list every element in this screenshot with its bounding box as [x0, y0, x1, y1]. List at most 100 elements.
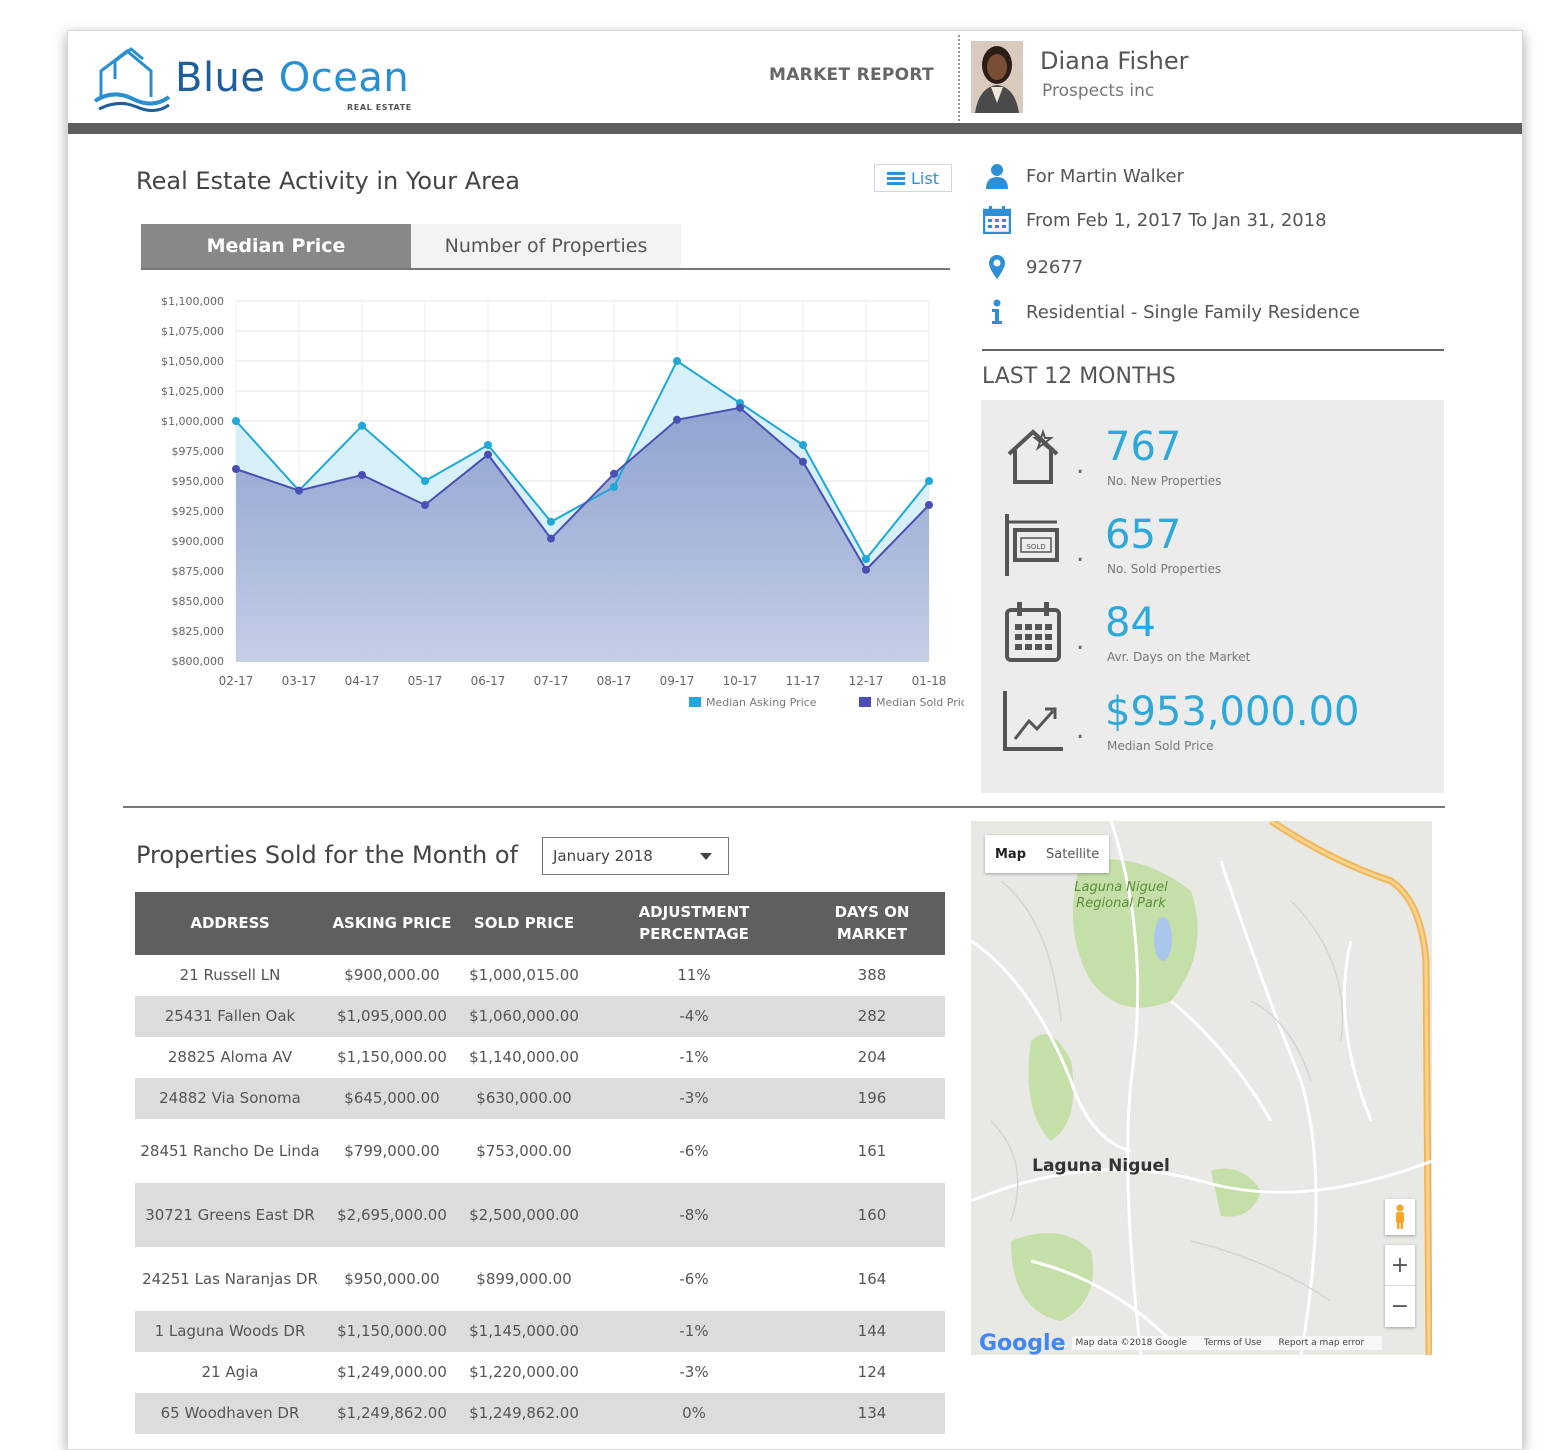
list-view-button[interactable]: List: [874, 164, 952, 192]
brand-subtitle: REAL ESTATE: [347, 103, 412, 112]
column-header: ADDRESS: [135, 892, 325, 955]
stat-value: 767: [1105, 424, 1182, 470]
stat-value: 84: [1105, 600, 1156, 646]
asking-point: [358, 421, 366, 430]
stat-sold-properties: SOLD . 657 No. Sold Properties: [981, 510, 1444, 596]
map-type-satellite-button[interactable]: Satellite: [1036, 847, 1109, 862]
stat-value: $953,000.00: [1105, 689, 1360, 735]
asking-price-cell: $950,000.00: [344, 1269, 440, 1288]
table-header-row: ADDRESS ASKING PRICE SOLD PRICE ADJUSTME…: [135, 892, 945, 955]
days-cell: 160: [799, 1183, 945, 1247]
x-tick-label: 12-17: [849, 674, 884, 688]
asking-point: [610, 483, 618, 491]
asking-price-cell: $2,695,000.00: [325, 1183, 459, 1247]
info-icon: [982, 297, 1012, 327]
list-icon: [887, 171, 906, 185]
days-cell: 388: [857, 966, 887, 985]
tab-number-of-properties[interactable]: Number of Properties: [411, 224, 681, 268]
zoom-out-button[interactable]: −: [1385, 1286, 1415, 1327]
y-tick-label: $1,025,000: [161, 385, 224, 398]
agent-avatar: [971, 41, 1023, 113]
address-cell: 25431 Fallen Oak: [135, 996, 325, 1037]
sold-point: [547, 534, 555, 543]
sold-price-cell: $1,145,000.00: [459, 1311, 589, 1352]
x-tick-label: 05-17: [408, 674, 443, 688]
sold-price-cell: $630,000.00: [459, 1078, 589, 1119]
table-row: 65 Woodhaven DR $1,249,862.00 $1,249,862…: [135, 1393, 945, 1434]
asking-point: [799, 441, 807, 449]
asking-price-cell: $1,249,862.00: [325, 1393, 459, 1434]
adjustment-cell: -1%: [589, 1311, 799, 1352]
property-type-row: Residential - Single Family Residence: [982, 297, 1360, 327]
chart-tabs: Median Price Number of Properties: [141, 224, 950, 270]
days-cell: 124: [857, 1363, 887, 1382]
sold-price-cell: $1,249,862.00: [459, 1393, 589, 1434]
section-divider: [123, 806, 1445, 808]
zoom-in-button[interactable]: +: [1385, 1245, 1415, 1286]
table-row: 24251 Las Naranjas DR $950,000.00 $899,0…: [135, 1247, 945, 1311]
x-tick-label: 11-17: [786, 674, 821, 688]
sold-point: [610, 469, 618, 478]
x-tick-label: 04-17: [345, 674, 380, 688]
map-attribution: Map data ©2018 Google Terms of Use Repor…: [1071, 1336, 1383, 1350]
terms-of-use-link[interactable]: Terms of Use: [1204, 1338, 1262, 1348]
asking-point: [673, 357, 681, 365]
days-cell: 144: [799, 1311, 945, 1352]
sold-price-cell: $899,000.00: [476, 1269, 572, 1288]
client-row: For Martin Walker: [982, 161, 1184, 191]
address-cell: 1 Laguna Woods DR: [135, 1311, 325, 1352]
street-view-pegman-icon[interactable]: [1385, 1199, 1415, 1235]
month-select[interactable]: January 2018: [542, 837, 729, 875]
legend-swatch-asking: [689, 697, 701, 707]
tab-median-price[interactable]: Median Price: [141, 224, 411, 268]
days-cell: 161: [857, 1141, 887, 1160]
map-canvas[interactable]: Laguna Niguel Regional Park Laguna Nigue…: [971, 821, 1432, 1355]
y-tick-label: $1,100,000: [161, 295, 224, 308]
sold-point: [295, 486, 303, 495]
chevron-down-icon: [700, 853, 712, 860]
asking-price-cell: $1,249,000.00: [337, 1363, 447, 1382]
trend-up-icon: [1003, 691, 1063, 751]
client-name: For Martin Walker: [1026, 165, 1184, 187]
legend-label-asking: Median Asking Price: [706, 696, 817, 709]
days-cell: 282: [799, 996, 945, 1037]
sold-section-title: Properties Sold for the Month of: [136, 841, 518, 869]
map-type-toggle: Map Satellite: [985, 835, 1110, 873]
y-tick-label: $1,050,000: [161, 355, 224, 368]
stat-label: No. New Properties: [1107, 474, 1222, 488]
map-zoom-control: + −: [1385, 1245, 1415, 1327]
y-tick-label: $975,000: [172, 445, 225, 458]
x-tick-label: 09-17: [660, 674, 695, 688]
stat-label: Avr. Days on the Market: [1107, 650, 1251, 664]
map-type-map-button[interactable]: Map: [985, 847, 1036, 862]
report-map-error-link[interactable]: Report a map error: [1278, 1338, 1364, 1348]
address-cell: 21 Agia: [201, 1363, 259, 1382]
zip-code: 92677: [1026, 256, 1084, 278]
report-title: MARKET REPORT: [769, 65, 934, 85]
report-header: Blue Ocean REAL ESTATE MARKET REPORT Dia…: [68, 31, 1522, 123]
map-widget[interactable]: Laguna Niguel Regional Park Laguna Nigue…: [971, 821, 1432, 1355]
stats-panel: . 767 No. New Properties SOLD . 657 No. …: [981, 400, 1444, 793]
sold-area: [236, 407, 929, 661]
agent-name: Diana Fisher: [1040, 47, 1189, 75]
asking-price-cell: $900,000.00: [344, 966, 440, 985]
asking-price-cell: $799,000.00: [344, 1141, 440, 1160]
stat-new-properties: . 767 No. New Properties: [981, 422, 1444, 508]
x-tick-label: 10-17: [723, 674, 758, 688]
x-tick-label: 06-17: [471, 674, 506, 688]
sold-price-cell: $1,000,015.00: [469, 966, 579, 985]
asking-price-cell: $645,000.00: [325, 1078, 459, 1119]
date-range: From Feb 1, 2017 To Jan 31, 2018: [1026, 209, 1327, 231]
y-tick-label: $1,075,000: [161, 325, 224, 338]
days-cell: 204: [857, 1048, 887, 1067]
asking-point: [547, 517, 555, 526]
brand-logo: Blue Ocean REAL ESTATE: [93, 39, 453, 115]
x-tick-label: 03-17: [282, 674, 317, 688]
address-cell: 28825 Aloma AV: [167, 1048, 293, 1067]
table-row: 1 Laguna Woods DR $1,150,000.00 $1,145,0…: [135, 1311, 945, 1352]
map-data-credit: Map data ©2018 Google: [1075, 1338, 1188, 1348]
map-label-park: Laguna Niguel: [1074, 880, 1168, 895]
map-label-city: Laguna Niguel: [1032, 1156, 1170, 1176]
y-tick-label: $800,000: [172, 655, 225, 668]
sold-point: [421, 501, 429, 509]
